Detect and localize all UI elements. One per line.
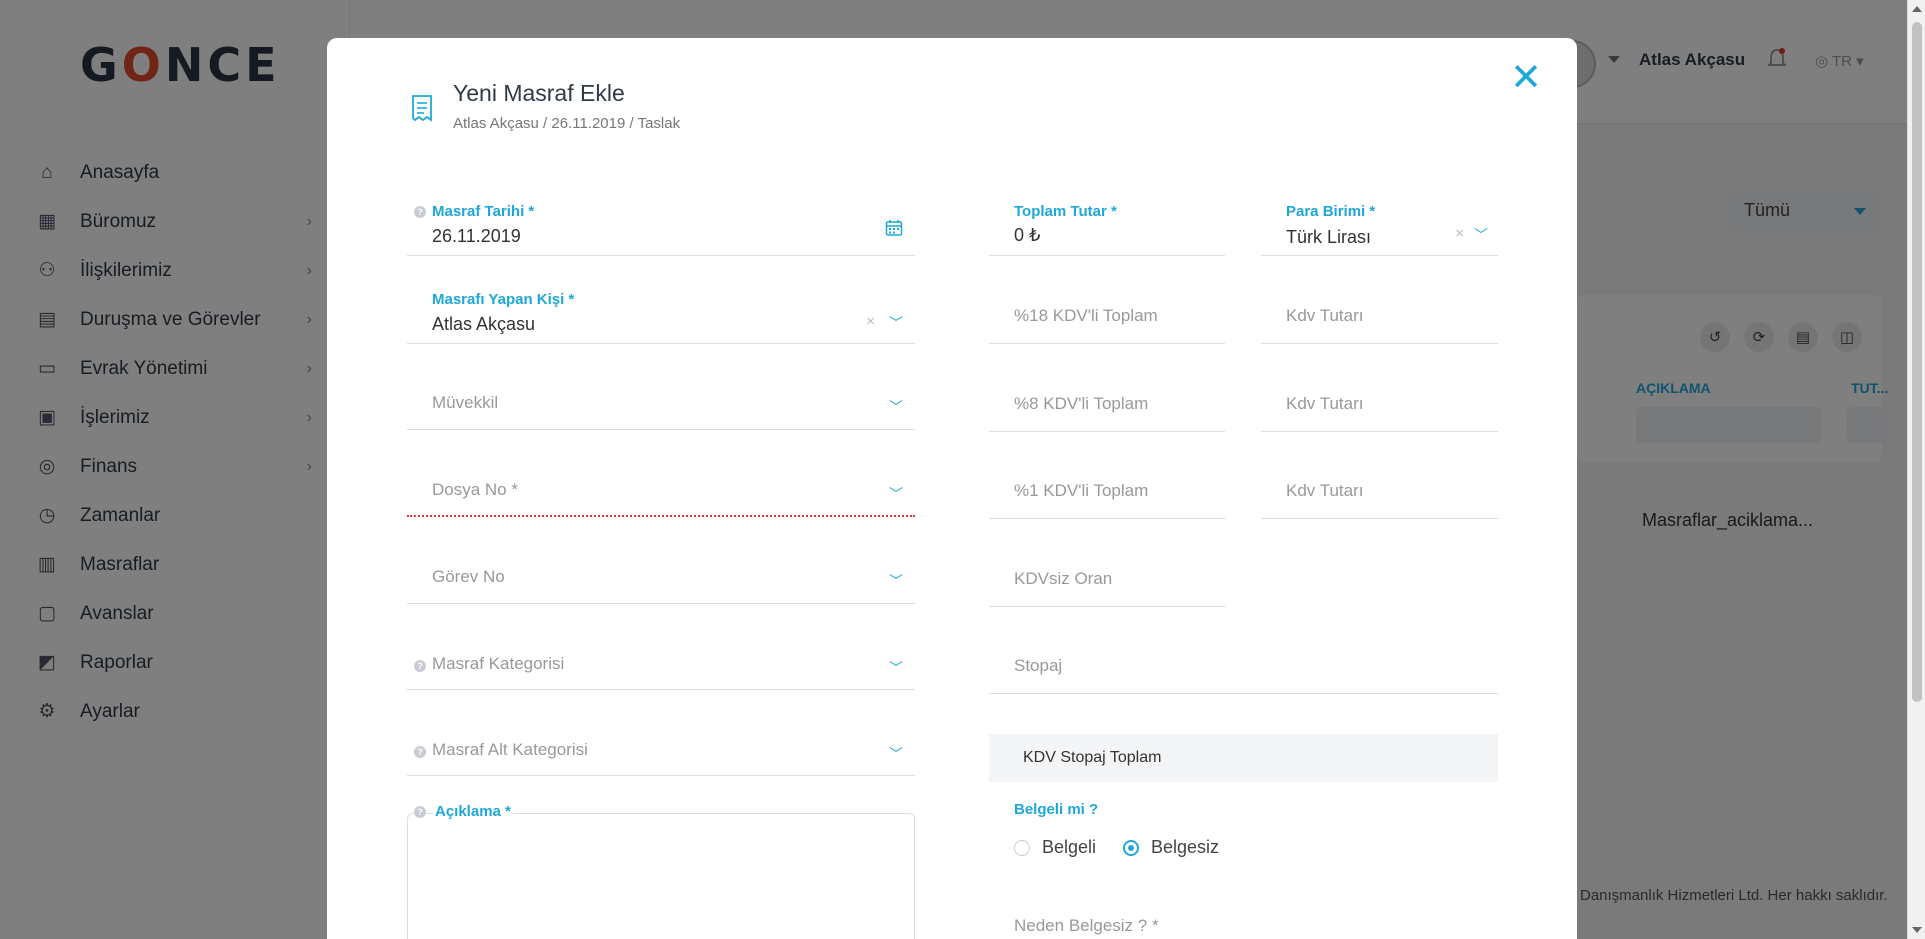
- total-amount-field[interactable]: Toplam Tutar * 0 ₺: [989, 193, 1225, 256]
- radio-button[interactable]: [1014, 839, 1030, 856]
- expense-subcategory-placeholder: Masraf Alt Kategorisi: [432, 740, 588, 759]
- total-amount-label: Toplam Tutar *: [1014, 203, 1117, 220]
- vat8-total-input[interactable]: %8 KDV'li Toplam: [989, 369, 1225, 432]
- close-icon[interactable]: ✕: [1506, 59, 1546, 100]
- spender-value: Atlas Akçasu: [432, 314, 536, 334]
- vat18-amount-input[interactable]: Kdv Tutarı: [1261, 281, 1498, 344]
- withholding-input[interactable]: Stopaj: [989, 631, 1498, 694]
- chevron-down-icon[interactable]: ﹀: [889, 747, 903, 761]
- vat8-total-placeholder: %8 KDV'li Toplam: [1014, 394, 1149, 413]
- scroll-up-icon[interactable]: [1912, 6, 1922, 12]
- chevron-down-icon[interactable]: ﹀: [889, 316, 903, 330]
- vat1-total-placeholder: %1 KDV'li Toplam: [1014, 481, 1149, 500]
- vat18-total-input[interactable]: %18 KDV'li Toplam: [989, 281, 1225, 344]
- chevron-down-icon[interactable]: ﹀: [889, 400, 903, 414]
- total-amount-value: 0 ₺: [1014, 225, 1041, 245]
- radio-belgesiz[interactable]: Belgesiz: [1123, 837, 1219, 858]
- vat8-amount-placeholder: Kdv Tutarı: [1286, 394, 1364, 413]
- help-icon[interactable]: ?: [414, 206, 426, 218]
- client-placeholder: Müvekkil: [432, 393, 499, 412]
- vat18-amount-placeholder: Kdv Tutarı: [1286, 306, 1364, 325]
- help-icon[interactable]: ?: [414, 746, 426, 758]
- vat18-total-placeholder: %18 KDV'li Toplam: [1014, 306, 1158, 325]
- expense-date-value: 26.11.2019: [432, 226, 521, 246]
- vat-withholding-total: KDV Stopaj Toplam: [989, 734, 1498, 782]
- scroll-down-icon[interactable]: [1912, 927, 1922, 933]
- task-no-placeholder: Görev No: [432, 567, 505, 586]
- page-scrollbar[interactable]: [1907, 0, 1925, 939]
- radio-belgeli[interactable]: Belgeli: [1014, 837, 1096, 858]
- client-select[interactable]: Müvekkil ﹀: [407, 368, 915, 430]
- currency-select[interactable]: Para Birimi * Türk Lirası × ﹀: [1261, 193, 1498, 256]
- expense-category-placeholder: Masraf Kategorisi: [432, 654, 565, 673]
- currency-label: Para Birimi *: [1286, 203, 1376, 220]
- clear-icon[interactable]: ×: [866, 313, 875, 330]
- vat-free-rate-input[interactable]: KDVsiz Oran: [989, 544, 1225, 607]
- chevron-down-icon[interactable]: ﹀: [889, 574, 903, 588]
- scrollbar-thumb[interactable]: [1912, 22, 1922, 702]
- vat1-amount-input[interactable]: Kdv Tutarı: [1261, 456, 1498, 519]
- documented-label: Belgeli mi ?: [1014, 801, 1099, 818]
- undocumented-reason-placeholder[interactable]: Neden Belgesiz ? *: [1014, 916, 1159, 936]
- task-no-select[interactable]: Görev No ﹀: [407, 542, 915, 604]
- radio-label: Belgesiz: [1151, 837, 1220, 857]
- radio-label: Belgeli: [1042, 837, 1097, 857]
- modal-title: Yeni Masraf Ekle: [453, 80, 625, 106]
- calendar-icon[interactable]: [885, 219, 903, 237]
- expense-category-select[interactable]: ? Masraf Kategorisi ﹀: [407, 629, 915, 690]
- expense-subcategory-select[interactable]: ? Masraf Alt Kategorisi ﹀: [407, 715, 915, 776]
- file-no-placeholder: Dosya No *: [432, 480, 518, 499]
- description-label: Açıklama *: [433, 803, 513, 820]
- spender-label: Masrafı Yapan Kişi *: [432, 291, 575, 308]
- add-expense-modal: ✕ Yeni Masraf Ekle Atlas Akçasu / 26.11.…: [327, 38, 1577, 939]
- vat-free-rate-placeholder: KDVsiz Oran: [1014, 569, 1113, 588]
- chevron-down-icon[interactable]: ﹀: [1474, 228, 1488, 242]
- modal-subtitle: Atlas Akçasu / 26.11.2019 / Taslak: [453, 115, 681, 132]
- clear-icon[interactable]: ×: [1455, 225, 1464, 242]
- vat-withholding-total-label: KDV Stopaj Toplam: [1023, 749, 1162, 766]
- chevron-down-icon[interactable]: ﹀: [889, 661, 903, 675]
- help-icon[interactable]: ?: [414, 806, 426, 818]
- radio-button-selected[interactable]: [1123, 839, 1139, 856]
- expense-date-field[interactable]: ? Masraf Tarihi * 26.11.2019: [407, 193, 915, 256]
- vat1-amount-placeholder: Kdv Tutarı: [1286, 481, 1364, 500]
- file-no-select[interactable]: Dosya No * ﹀: [407, 455, 915, 517]
- receipt-icon: [412, 95, 432, 122]
- expense-date-label: Masraf Tarihi *: [432, 203, 535, 220]
- description-textarea[interactable]: [407, 813, 915, 939]
- help-icon[interactable]: ?: [414, 660, 426, 672]
- vat8-amount-input[interactable]: Kdv Tutarı: [1261, 369, 1498, 432]
- currency-value: Türk Lirası: [1286, 227, 1372, 247]
- vat1-total-input[interactable]: %1 KDV'li Toplam: [989, 456, 1225, 519]
- chevron-down-icon[interactable]: ﹀: [889, 487, 903, 501]
- withholding-placeholder: Stopaj: [1014, 656, 1063, 675]
- spender-select[interactable]: Masrafı Yapan Kişi * Atlas Akçasu × ﹀: [407, 281, 915, 344]
